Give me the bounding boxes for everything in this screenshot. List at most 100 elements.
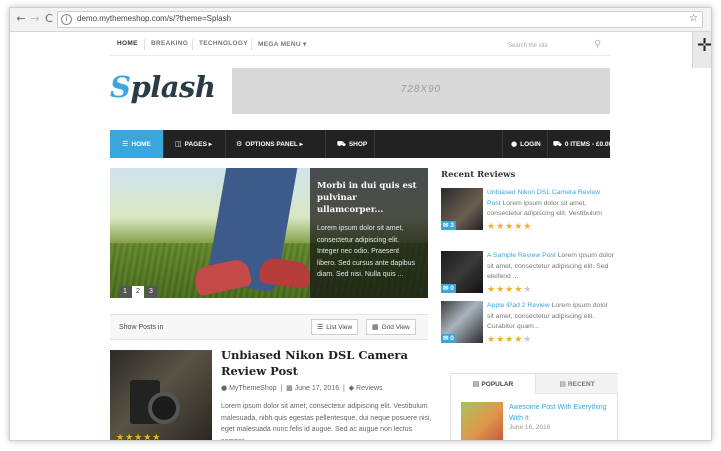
- mainnav-login[interactable]: ● LOGIN: [511, 130, 541, 158]
- post-thumbnail[interactable]: [110, 350, 212, 440]
- ad-banner-label: 728X90: [400, 84, 442, 95]
- mainnav-divider: [225, 130, 226, 158]
- post-category[interactable]: Reviews: [356, 385, 382, 392]
- slider-pager: 123: [119, 280, 158, 298]
- topnav-technology[interactable]: TECHNOLOGY: [199, 40, 248, 47]
- bookmark-star-icon[interactable]: ☆: [689, 13, 698, 24]
- site-logo[interactable]: Splash: [110, 70, 216, 104]
- logo-initial: S: [110, 70, 131, 104]
- mainnav-home-label: HOME: [131, 141, 151, 148]
- tag-icon: ◆: [348, 384, 355, 392]
- review-thumbnail[interactable]: ✉ 0: [441, 301, 483, 343]
- popular-post-date: June 16, 2016: [509, 424, 551, 431]
- mainnav-pages[interactable]: ◫ PAGES ▸: [175, 130, 212, 158]
- camera-lens: [148, 392, 180, 424]
- comment-icon: ✉: [443, 285, 449, 292]
- mainnav-shop[interactable]: ⛟ SHOP: [337, 130, 367, 158]
- review-link[interactable]: Apple iPad 2 Review: [487, 302, 550, 309]
- slider-page-2[interactable]: 2: [132, 286, 144, 298]
- main-navigation: ☰ HOME ◫ PAGES ▸ ⚙ OPTIONS PANEL ▸ ⛟ SHOP ● L…: [110, 130, 612, 158]
- ad-banner[interactable]: 728X90: [232, 68, 610, 114]
- review-thumbnail[interactable]: ✉ 0: [441, 251, 483, 293]
- forward-icon[interactable]: →: [28, 12, 42, 26]
- topnav-divider: [192, 39, 193, 50]
- post-title[interactable]: Unbiased Nikon DSL Camera Review Post: [221, 347, 436, 379]
- topnav-breaking[interactable]: BREAKING: [151, 40, 188, 47]
- tab-popular-label: POPULAR: [481, 381, 514, 388]
- crosshair-cursor-icon: ✛: [697, 35, 712, 56]
- calendar-icon: ▦: [286, 384, 293, 392]
- slider-page-3[interactable]: 3: [145, 286, 157, 298]
- comment-count: 3: [450, 222, 454, 229]
- review-summary: Unbiased Nikon DSL Camera Review Post Lo…: [487, 188, 615, 222]
- cursor-overlay: ✛: [692, 32, 712, 68]
- comment-icon: ✉: [443, 222, 449, 229]
- shopping-cart-icon: ⛟: [553, 140, 562, 148]
- mainnav-divider: [502, 130, 503, 158]
- grid-view-button[interactable]: ▦ Grid View: [366, 319, 416, 335]
- grid-icon: ▦: [372, 323, 379, 331]
- featured-slider[interactable]: Morbi in dui quis est pulvinar ullamcorp…: [110, 168, 428, 298]
- list-view-button[interactable]: ☰ List View: [311, 319, 359, 335]
- reload-icon[interactable]: C: [42, 12, 56, 26]
- mainnav-divider: [163, 130, 164, 158]
- search-input[interactable]: Search the site: [508, 43, 548, 49]
- slider-page-1[interactable]: 1: [119, 286, 131, 298]
- review-item: ✉ 0 Apple iPad 2 Review Lorem ipsum dolo…: [441, 301, 616, 347]
- review-summary: Apple iPad 2 Review Lorem ipsum dolor si…: [487, 301, 615, 335]
- review-item: ✉ 3 Unbiased Nikon DSL Camera Review Pos…: [441, 188, 616, 234]
- info-icon[interactable]: i: [61, 14, 72, 25]
- tab-recent-label: RECENT: [567, 381, 595, 388]
- pages-icon: ◫: [175, 140, 182, 148]
- review-summary: A Sample Review Post Lorem ipsum dolor s…: [487, 251, 615, 285]
- post-author[interactable]: MyThemeShop: [229, 385, 276, 392]
- show-posts-label: Show Posts in: [119, 324, 164, 331]
- popular-post-title[interactable]: Awesome Post With Everything With It: [509, 402, 609, 424]
- popular-icon: ▤: [472, 380, 480, 388]
- grid-view-label: Grid View: [381, 324, 410, 331]
- author-icon: ●: [221, 384, 228, 392]
- comment-count-badge: ✉ 0: [441, 334, 456, 343]
- tab-recent[interactable]: ▤ RECENT: [535, 374, 618, 394]
- user-icon: ●: [511, 140, 518, 148]
- review-thumbnail[interactable]: ✉ 3: [441, 188, 483, 230]
- topnav-mega-menu[interactable]: MEGA MENU ▾: [258, 40, 307, 48]
- tab-popular[interactable]: ▤ POPULAR: [451, 374, 535, 394]
- slider-caption: Morbi in dui quis est pulvinar ullamcorp…: [310, 168, 428, 298]
- review-rating-stars: ★★★★★: [487, 222, 533, 232]
- address-bar-url: demo.mythemeshop.com/s/?theme=Splash: [77, 14, 232, 23]
- review-link[interactable]: A Sample Review Post: [487, 252, 556, 259]
- back-icon[interactable]: ←: [14, 12, 28, 26]
- topnav-divider: [251, 39, 252, 50]
- logo-rest: plash: [130, 70, 216, 104]
- comment-count: 0: [450, 335, 454, 342]
- comment-count-badge: ✉ 3: [441, 221, 456, 230]
- mainnav-divider: [325, 130, 326, 158]
- recent-icon: ▤: [559, 380, 566, 388]
- slider-title[interactable]: Morbi in dui quis est pulvinar ullamcorp…: [317, 180, 420, 216]
- mainnav-divider: [374, 130, 375, 158]
- review-rating-stars: ★★★★★: [487, 285, 533, 295]
- mainnav-pages-label: PAGES ▸: [184, 141, 212, 148]
- mainnav-home[interactable]: ☰ HOME: [110, 130, 163, 158]
- top-navigation: HOME BREAKING TECHNOLOGY MEGA MENU ▾ Sea…: [110, 34, 610, 56]
- comment-count-badge: ✉ 0: [441, 284, 456, 293]
- post-excerpt: Lorem ipsum dolor sit amet, consectetur …: [221, 403, 432, 441]
- topnav-home[interactable]: HOME: [117, 40, 138, 47]
- post-date: June 17, 2016: [294, 385, 340, 392]
- post-rating-stars: ★★★★★: [116, 433, 162, 441]
- mainnav-options-panel[interactable]: ⚙ OPTIONS PANEL ▸: [236, 130, 303, 158]
- topnav-divider: [144, 39, 145, 50]
- mainnav-cart[interactable]: ⛟ 0 ITEMS - £0.00: [553, 130, 612, 158]
- review-rating-stars: ★★★★★: [487, 335, 533, 345]
- address-bar[interactable]: i demo.mythemeshop.com/s/?theme=Splash ☆: [57, 11, 703, 28]
- list-icon: ☰: [317, 323, 324, 331]
- popular-post-thumbnail[interactable]: [461, 402, 503, 440]
- show-posts-bar: Show Posts in ☰ List View ▦ Grid View: [110, 314, 428, 340]
- cart-icon: ⛟: [337, 140, 346, 148]
- browser-toolbar: ← → C i demo.mythemeshop.com/s/?theme=Sp…: [10, 8, 711, 32]
- post-meta: ● MyThemeShop | ▦ June 17, 2016 | ◆ Revi…: [221, 384, 383, 392]
- mainnav-cart-label: 0 ITEMS - £0.00: [564, 141, 613, 148]
- mainnav-options-label: OPTIONS PANEL ▸: [245, 141, 303, 148]
- search-icon[interactable]: ⚲: [594, 39, 601, 50]
